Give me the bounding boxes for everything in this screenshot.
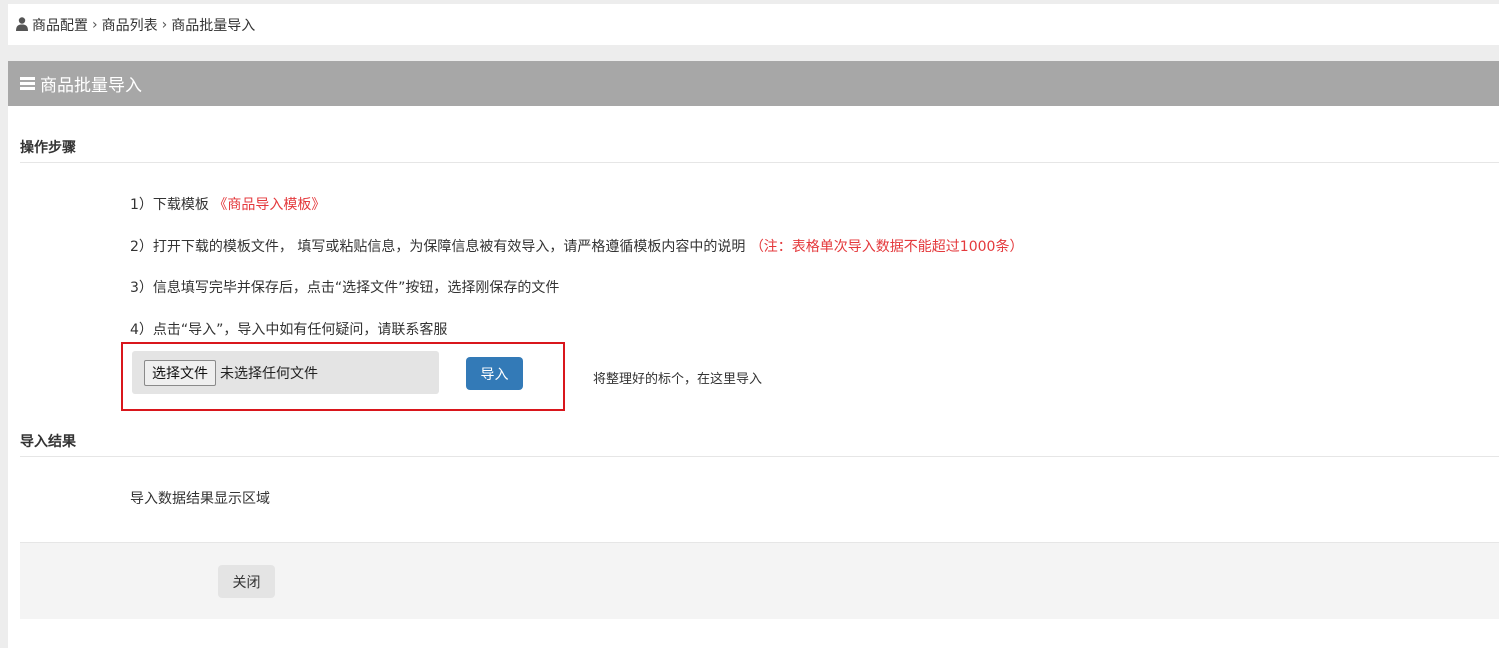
steps-section-title: 操作步骤 — [20, 140, 76, 156]
import-button[interactable]: 导入 — [466, 357, 523, 390]
panel-header: 商品批量导入 — [8, 61, 1499, 106]
breadcrumb-item-product-config[interactable]: 商品配置 — [32, 15, 88, 35]
breadcrumb-separator: › — [161, 16, 168, 33]
file-status: 未选择任何文件 — [220, 365, 318, 382]
upload-hint: 将整理好的标个，在这里导入 — [593, 372, 763, 387]
step-2: 2）打开下载的模板文件， 填写或粘贴信息，为保障信息被有效导入，请严格遵循模板内… — [130, 236, 1023, 256]
step-2-text: 2）打开下载的模板文件， 填写或粘贴信息，为保障信息被有效导入，请严格遵循模板内… — [130, 239, 750, 255]
result-area: 导入数据结果显示区域 — [130, 491, 270, 507]
step-2-note: （注：表格单次导入数据不能超过1000条） — [749, 239, 1024, 255]
choose-file-button[interactable]: 选择文件 — [144, 359, 216, 386]
upload-highlight-box: 选择文件 未选择任何文件 导入 — [121, 342, 565, 411]
step-4-text: 4）点击“导入”，导入中如有任何疑问，请联系客服 — [130, 322, 448, 338]
breadcrumb-item-product-list[interactable]: 商品列表 — [102, 15, 158, 35]
divider — [20, 456, 1499, 457]
file-input[interactable]: 选择文件 未选择任何文件 — [132, 351, 439, 394]
breadcrumb-separator: › — [92, 16, 98, 33]
footer: 关闭 — [20, 542, 1499, 619]
user-icon — [16, 16, 28, 31]
panel-title: 商品批量导入 — [40, 76, 142, 96]
close-button[interactable]: 关闭 — [218, 565, 275, 598]
breadcrumb: 商品配置 › 商品列表 › 商品批量导入 — [8, 4, 1499, 45]
bars-icon — [20, 77, 35, 90]
import-panel: 商品批量导入 操作步骤 1）下载模板 《商品导入模板》 2）打开下载的模板文件，… — [8, 61, 1499, 648]
step-4: 4）点击“导入”，导入中如有任何疑问，请联系客服 — [130, 319, 447, 339]
result-section-title: 导入结果 — [20, 434, 76, 450]
divider — [20, 162, 1499, 163]
step-1: 1）下载模板 《商品导入模板》 — [130, 194, 325, 214]
step-3-text: 3）信息填写完毕并保存后，点击“选择文件”按钮，选择刚保存的文件 — [130, 280, 560, 296]
step-3: 3）信息填写完毕并保存后，点击“选择文件”按钮，选择刚保存的文件 — [130, 277, 559, 297]
template-download-link[interactable]: 《商品导入模板》 — [213, 197, 325, 213]
breadcrumb-item-batch-import: 商品批量导入 — [171, 17, 256, 34]
step-1-text: 1）下载模板 — [130, 197, 214, 213]
